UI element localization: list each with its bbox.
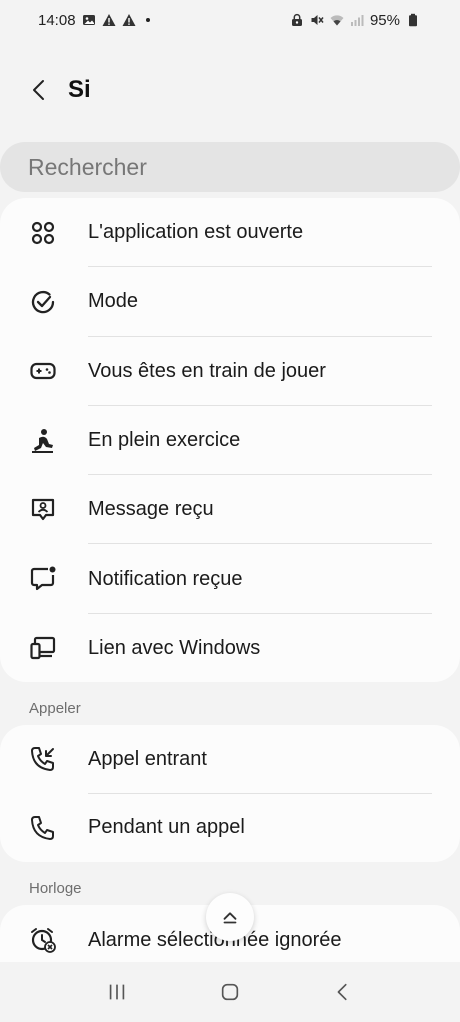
nav-back-button[interactable]: [323, 972, 363, 1012]
recents-icon: [109, 984, 124, 1000]
search-input[interactable]: Rechercher: [0, 142, 460, 192]
conditions-card: L'application est ouverte Mode Vous êtes…: [0, 198, 460, 682]
list-item-label: Lien avec Windows: [88, 636, 261, 659]
notification-bubble-icon: [28, 564, 58, 594]
battery-percent: 95%: [369, 11, 400, 29]
chevron-up-icon: [223, 912, 237, 924]
notification-dot-icon: [145, 18, 150, 22]
list-item-label: Appel entrant: [88, 747, 207, 770]
incoming-call-icon: [28, 744, 58, 774]
home-icon: [221, 983, 239, 1001]
list-item-label: En plein exercice: [88, 429, 241, 452]
gallery-icon: [82, 13, 96, 27]
battery-icon: [406, 13, 420, 27]
status-bar-left: 14:08: [38, 12, 150, 29]
list-item-label: Message reçu: [88, 498, 214, 521]
mute-icon: [310, 13, 324, 27]
call-card: Appel entrant Pendant un appel: [0, 725, 460, 862]
section-title-appeler: Appeler: [29, 700, 81, 717]
phone-icon: [28, 813, 58, 843]
recents-button[interactable]: [97, 972, 137, 1012]
list-item-message-received[interactable]: Message reçu: [0, 475, 460, 545]
signal-icon: [350, 13, 364, 27]
back-icon: [337, 983, 347, 1001]
apps-grid-icon: [28, 218, 58, 248]
page-title: Si: [68, 76, 91, 103]
mode-check-icon: [28, 287, 58, 317]
list-item-link-windows[interactable]: Lien avec Windows: [0, 614, 460, 682]
gamepad-icon: [28, 356, 58, 386]
list-item-app-opened[interactable]: L'application est ouverte: [0, 198, 460, 268]
scroll-to-top-button[interactable]: [206, 893, 254, 941]
app-header: Si: [0, 62, 460, 118]
list-item-during-call[interactable]: Pendant un appel: [0, 794, 460, 863]
list-item-label: Notification reçue: [88, 567, 243, 590]
link-windows-icon: [28, 633, 58, 663]
search-placeholder: Rechercher: [28, 153, 147, 180]
list-item-label: Vous êtes en train de jouer: [88, 359, 326, 382]
list-item-incoming-call[interactable]: Appel entrant: [0, 725, 460, 794]
navigation-bar: [0, 962, 460, 1022]
list-item-mode[interactable]: Mode: [0, 267, 460, 337]
alarm-dismissed-icon: [28, 925, 58, 955]
home-button[interactable]: [210, 972, 250, 1012]
list-item-label: L'application est ouverte: [88, 221, 304, 244]
list-item-label: Pendant un appel: [88, 816, 245, 839]
list-item-exercise[interactable]: En plein exercice: [0, 406, 460, 476]
list-item-notification-received[interactable]: Notification reçue: [0, 544, 460, 614]
wifi-icon: [330, 13, 344, 27]
warning-icon: [122, 13, 136, 27]
section-title-horloge: Horloge: [29, 880, 82, 897]
chevron-left-icon: [33, 80, 44, 100]
exercise-icon: [28, 426, 58, 456]
status-time: 14:08: [38, 11, 76, 29]
lock-icon: [290, 13, 304, 27]
list-item-gaming[interactable]: Vous êtes en train de jouer: [0, 337, 460, 406]
back-button[interactable]: [26, 76, 54, 104]
warning-icon: [102, 13, 116, 27]
status-bar: 14:08 95%: [0, 0, 460, 40]
status-bar-right: 95%: [290, 12, 420, 29]
message-person-icon: [28, 495, 58, 525]
list-item-label: Mode: [88, 290, 139, 313]
